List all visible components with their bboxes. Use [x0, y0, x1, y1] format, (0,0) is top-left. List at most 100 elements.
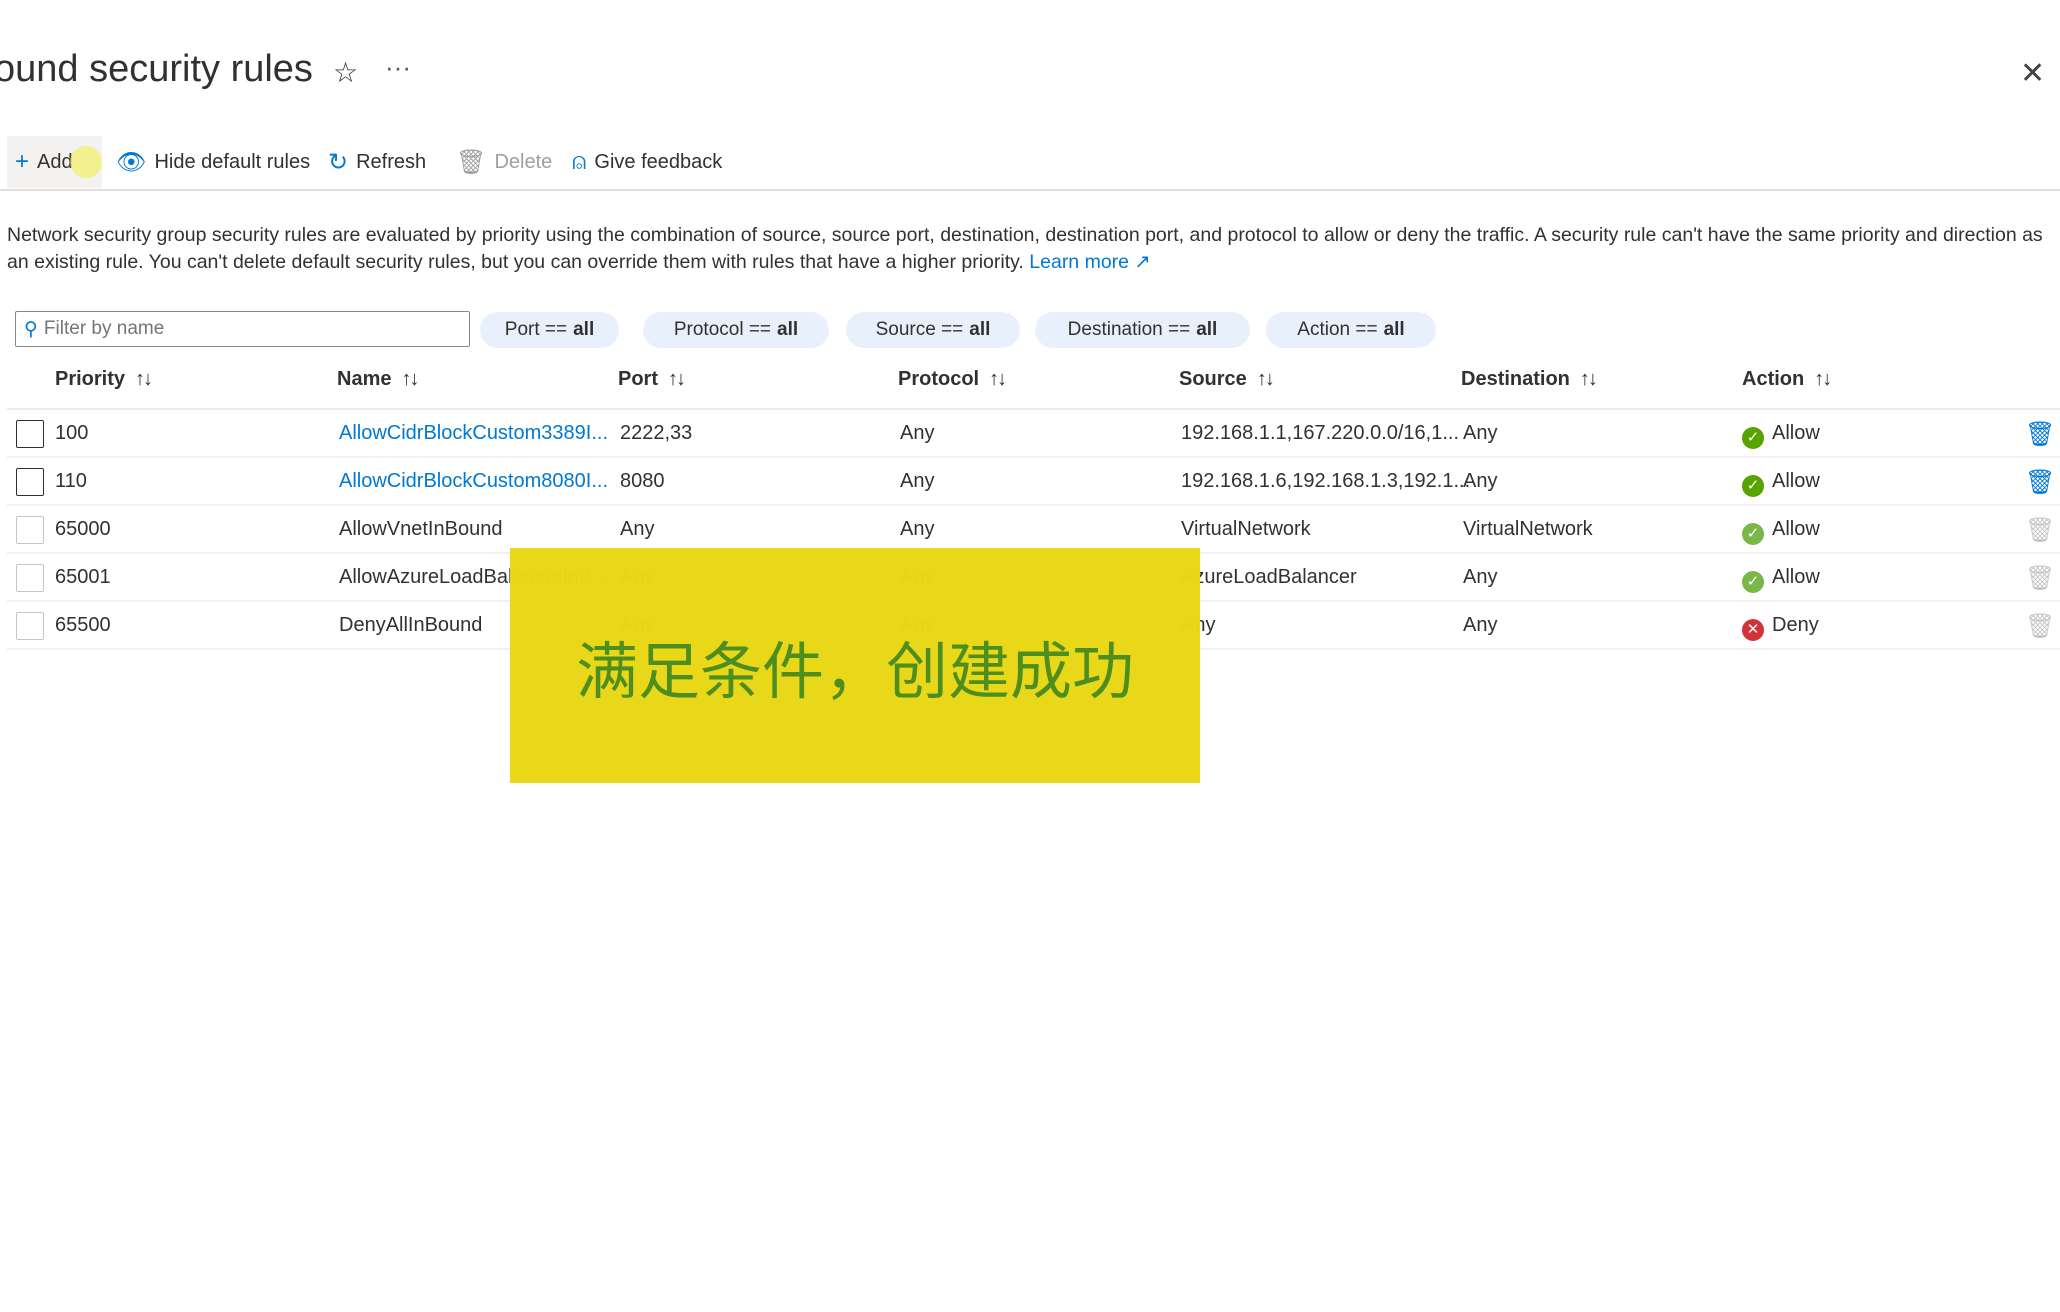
delete-row-icon[interactable]: 🗑: [2025, 468, 2055, 497]
check-circle-icon: ✓: [1742, 523, 1764, 545]
column-label: Name: [337, 368, 392, 390]
pill-label: Source ==: [875, 319, 964, 340]
cell-source: 192.168.1.6,192.168.1.3,192.1...: [1181, 470, 1471, 492]
filter-pill-action[interactable]: Action == all: [1266, 312, 1436, 348]
learn-more-link[interactable]: Learn more ↗: [1029, 251, 1150, 273]
cell-action: ✓ Allow: [1742, 422, 1820, 449]
table-row[interactable]: 110 AllowCidrBlockCustom8080I... 8080 Any 19…: [7, 458, 2060, 506]
action-label: Allow: [1772, 566, 1820, 588]
action-label: Allow: [1772, 422, 1820, 444]
star-icon[interactable]: ☆: [333, 56, 358, 89]
description-text: Network security group security rules ar…: [7, 224, 2043, 273]
cell-name[interactable]: AllowCidrBlockCustom8080I...: [339, 470, 608, 493]
row-checkbox[interactable]: [16, 612, 44, 640]
refresh-icon: ↻: [328, 148, 349, 176]
filter-pill-protocol[interactable]: Protocol == all: [643, 312, 829, 348]
pill-value: all: [573, 319, 595, 340]
error-circle-icon: ✕: [1742, 619, 1764, 641]
column-header-port[interactable]: Port ↑↓: [618, 368, 686, 391]
column-label: Destination: [1461, 368, 1570, 390]
delete-button[interactable]: 🗑 Delete: [448, 136, 560, 188]
column-header-protocol[interactable]: Protocol ↑↓: [898, 368, 1007, 391]
column-label: Protocol: [898, 368, 980, 390]
delete-label: Delete: [494, 150, 553, 173]
cell-port: 8080: [620, 470, 665, 492]
column-header-name[interactable]: Name ↑↓: [337, 368, 419, 391]
cell-name: AllowVnetInBound: [339, 518, 503, 540]
cell-name[interactable]: AllowCidrBlockCustom3389I...: [339, 422, 608, 445]
check-circle-icon: ✓: [1742, 571, 1764, 593]
feedback-label: Give feedback: [594, 150, 723, 173]
cell-destination: Any: [1463, 614, 1498, 636]
sort-icon[interactable]: ↑↓: [668, 368, 686, 390]
delete-row-icon[interactable]: 🗑: [2025, 564, 2055, 593]
cell-protocol: Any: [900, 470, 935, 492]
overlay-text: 满足条件，创建成功: [575, 634, 1134, 708]
column-header-action[interactable]: Action ↑↓: [1742, 368, 1832, 391]
cell-destination: Any: [1463, 566, 1498, 588]
give-feedback-button[interactable]: ⍝ Give feedback: [564, 136, 730, 188]
sort-icon[interactable]: ↑↓: [401, 368, 419, 390]
cell-name: DenyAllInBound: [339, 614, 483, 636]
column-label: Action: [1742, 368, 1805, 390]
add-label: Add: [37, 150, 73, 173]
sort-icon[interactable]: ↑↓: [1814, 368, 1832, 390]
sort-icon[interactable]: ↑↓: [989, 368, 1007, 390]
pill-value: all: [969, 319, 991, 340]
feedback-icon: ⍝: [572, 148, 587, 175]
refresh-button[interactable]: ↻ Refresh: [320, 136, 434, 188]
cell-priority: 65500: [55, 614, 111, 636]
delete-row-icon[interactable]: 🗑: [2025, 420, 2055, 449]
cell-protocol: Any: [900, 518, 935, 540]
cell-destination: Any: [1463, 422, 1498, 444]
trash-icon: 🗑: [456, 148, 487, 176]
filter-pill-port[interactable]: Port == all: [480, 312, 619, 348]
hide-default-label: Hide default rules: [154, 150, 311, 173]
pill-label: Port ==: [504, 319, 568, 340]
delete-row-icon[interactable]: 🗑: [2025, 612, 2055, 641]
page-title: ound security rules: [0, 48, 313, 90]
sort-icon[interactable]: ↑↓: [1257, 368, 1275, 390]
more-icon[interactable]: ···: [385, 52, 411, 83]
column-header-destination[interactable]: Destination ↑↓: [1461, 368, 1598, 391]
row-checkbox[interactable]: [16, 420, 44, 448]
description: Network security group security rules ar…: [7, 222, 2057, 276]
cell-priority: 110: [55, 470, 87, 492]
row-checkbox[interactable]: [16, 468, 44, 496]
cell-action: ✕ Deny: [1742, 614, 1819, 641]
toolbar-divider: [0, 189, 2060, 191]
delete-row-icon[interactable]: 🗑: [2025, 516, 2055, 545]
cell-action: ✓ Allow: [1742, 470, 1820, 497]
refresh-label: Refresh: [356, 150, 427, 173]
sort-icon[interactable]: ↑↓: [1580, 368, 1598, 390]
filter-pill-destination[interactable]: Destination == all: [1035, 312, 1250, 348]
pill-label: Action ==: [1297, 319, 1378, 340]
filter-input[interactable]: [43, 318, 444, 340]
filter-pill-source[interactable]: Source == all: [846, 312, 1020, 348]
pill-value: all: [1383, 319, 1405, 340]
cell-port: 2222,33: [620, 422, 693, 444]
row-checkbox[interactable]: [16, 564, 44, 592]
cell-source: AzureLoadBalancer: [1181, 566, 1357, 588]
hide-default-rules-button[interactable]: 👁 Hide default rules: [108, 136, 318, 188]
row-checkbox[interactable]: [16, 516, 44, 544]
column-header-priority[interactable]: Priority ↑↓: [55, 368, 153, 391]
action-label: Allow: [1772, 518, 1820, 540]
search-icon: ⚲: [24, 318, 38, 340]
cursor-highlight: [70, 146, 102, 178]
filter-box[interactable]: ⚲: [15, 311, 470, 347]
sort-icon[interactable]: ↑↓: [135, 368, 153, 390]
close-icon[interactable]: ✕: [2020, 56, 2045, 91]
cell-protocol: Any: [900, 422, 935, 444]
column-label: Port: [618, 368, 658, 390]
pill-value: all: [777, 319, 799, 340]
column-header-source[interactable]: Source ↑↓: [1179, 368, 1275, 391]
table-row[interactable]: 65000 AllowVnetInBound Any Any VirtualNetwor…: [7, 506, 2060, 554]
cell-destination: Any: [1463, 470, 1498, 492]
cell-port: Any: [620, 518, 655, 540]
pill-value: all: [1196, 319, 1218, 340]
table-row[interactable]: 100 AllowCidrBlockCustom3389I... 2222,33 An…: [7, 410, 2060, 458]
column-label: Priority: [55, 368, 126, 390]
cell-destination: VirtualNetwork: [1463, 518, 1593, 540]
pill-label: Destination ==: [1067, 319, 1191, 340]
